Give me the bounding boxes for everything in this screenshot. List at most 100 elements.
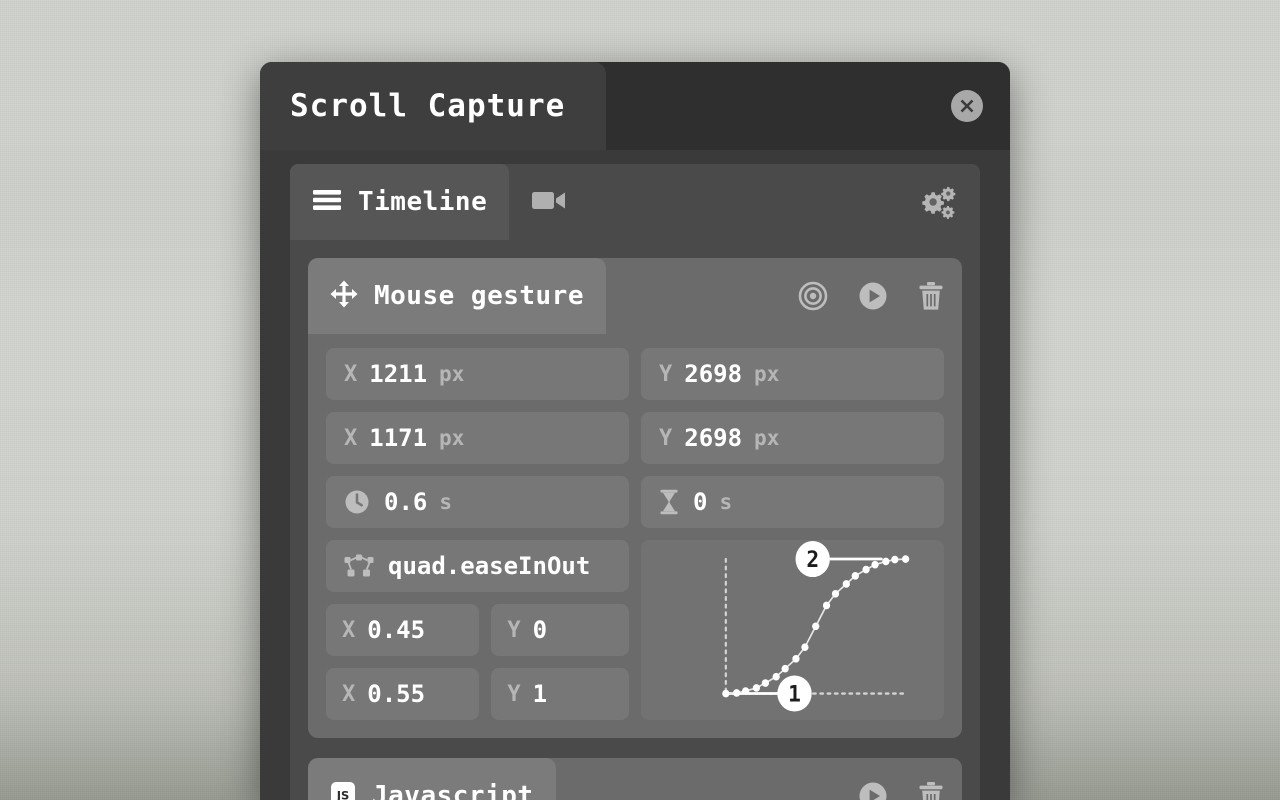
control-point-1-y-value: 0 — [532, 616, 548, 644]
tab-timeline[interactable]: Timeline — [290, 164, 510, 240]
graph-curve-point — [792, 655, 800, 663]
end-x-label: X — [344, 425, 358, 451]
window-titlebar: Scroll Capture — [260, 62, 1010, 150]
graph-curve-point — [741, 687, 750, 695]
end-y-field[interactable]: Y 2698 px — [641, 412, 944, 464]
timeline-panel: Mouse gesture X 1211 px Y 2698 px X 1171… — [290, 240, 980, 800]
js-card-title-tab: JS Javascript — [308, 758, 556, 800]
control-point-2-y-field[interactable]: Y 1 — [491, 668, 629, 720]
control-point-2-y-value: 1 — [532, 680, 548, 708]
easing-section: quad.easeInOut X 0.45 Y 0 X 0.55 Y 1 1 2 — [326, 540, 944, 720]
delay-field[interactable]: 0 s — [641, 476, 944, 528]
start-y-label: Y — [659, 361, 673, 387]
tab-bar: Timeline — [290, 164, 980, 240]
start-x-field[interactable]: X 1211 px — [326, 348, 629, 400]
graph-curve-point — [801, 643, 809, 651]
svg-text:2: 2 — [806, 548, 819, 574]
action-card-title: Mouse gesture — [374, 281, 584, 311]
action-card-buttons — [798, 281, 944, 311]
play-icon[interactable] — [858, 281, 888, 311]
trash-icon[interactable] — [918, 281, 944, 311]
start-y-field[interactable]: Y 2698 px — [641, 348, 944, 400]
action-card-title-tab: Mouse gesture — [308, 258, 606, 334]
graph-curve-point — [851, 572, 859, 580]
control-point-1-y-field[interactable]: Y 0 — [491, 604, 629, 656]
delay-unit: s — [719, 490, 733, 514]
js-card-title: Javascript — [372, 781, 534, 800]
end-coordinates-row: X 1171 px Y 2698 px — [326, 412, 944, 464]
window-title: Scroll Capture — [290, 88, 566, 124]
control-point-1-row: X 0.45 Y 0 — [326, 604, 629, 656]
end-y-unit: px — [754, 426, 780, 450]
js-card-header: JS Javascript — [308, 758, 962, 800]
move-arrows-icon — [330, 280, 358, 312]
gears-icon[interactable] — [894, 184, 980, 220]
action-card-javascript: JS Javascript — [308, 758, 962, 800]
graph-curve-point — [862, 565, 870, 574]
graph-curve-point — [812, 622, 820, 631]
action-card-mouse-gesture: Mouse gesture X 1211 px Y 2698 px X 1171… — [308, 258, 962, 738]
start-y-value: 2698 — [684, 360, 743, 388]
js-card-buttons — [858, 781, 944, 800]
svg-text:JS: JS — [336, 788, 350, 800]
play-icon[interactable] — [858, 781, 888, 800]
control-point-1-x-label: X — [342, 617, 356, 643]
control-point-2-y-label: Y — [507, 681, 521, 707]
graph-curve-point — [882, 557, 890, 566]
end-x-unit: px — [439, 426, 465, 450]
start-x-unit: px — [439, 362, 465, 386]
end-x-value: 1171 — [369, 424, 428, 452]
easing-controls: quad.easeInOut X 0.45 Y 0 X 0.55 Y 1 — [326, 540, 629, 720]
start-x-value: 1211 — [369, 360, 428, 388]
end-y-value: 2698 — [684, 424, 743, 452]
graph-curve-point — [871, 560, 879, 569]
graph-curve-point — [732, 689, 741, 697]
control-point-2-x-label: X — [342, 681, 356, 707]
tab-recorder[interactable] — [509, 164, 605, 240]
graph-handle-1: 1 — [777, 675, 812, 712]
start-x-label: X — [344, 361, 358, 387]
control-point-2-row: X 0.55 Y 1 — [326, 668, 629, 720]
video-camera-icon — [531, 187, 567, 217]
end-y-label: Y — [659, 425, 673, 451]
action-card-body: X 1211 px Y 2698 px X 1171 px Y 2698 px … — [308, 334, 962, 738]
duration-value: 0.6 — [384, 488, 428, 516]
graph-curve-point — [772, 672, 780, 681]
control-point-1-x-field[interactable]: X 0.45 — [326, 604, 480, 656]
js-badge-icon: JS — [330, 781, 356, 800]
graph-curve-point — [781, 664, 789, 673]
graph-curve-point — [822, 601, 831, 610]
control-point-1-x-value: 0.45 — [367, 616, 426, 644]
graph-curve-point — [842, 580, 850, 588]
tab-timeline-label: Timeline — [358, 187, 488, 217]
graph-curve-point — [722, 689, 730, 698]
control-point-2-x-value: 0.55 — [367, 680, 426, 708]
start-y-unit: px — [754, 362, 780, 386]
close-icon[interactable] — [951, 90, 983, 122]
graph-curve-point — [901, 555, 910, 563]
svg-text:1: 1 — [788, 682, 801, 708]
easing-function-value: quad.easeInOut — [388, 552, 591, 580]
graph-curve-point — [831, 589, 840, 598]
end-x-field[interactable]: X 1171 px — [326, 412, 629, 464]
easing-function-field[interactable]: quad.easeInOut — [326, 540, 629, 592]
control-point-2-x-field[interactable]: X 0.55 — [326, 668, 480, 720]
graph-curve-point — [752, 684, 761, 692]
bezier-nodes-icon — [344, 554, 374, 578]
trash-icon[interactable] — [918, 781, 944, 800]
clock-icon — [344, 489, 370, 515]
duration-field[interactable]: 0.6 s — [326, 476, 629, 528]
control-point-1-y-label: Y — [507, 617, 521, 643]
target-icon[interactable] — [798, 281, 828, 311]
action-card-header: Mouse gesture — [308, 258, 962, 334]
easing-curve-graph[interactable]: 1 2 — [641, 540, 944, 720]
graph-curve-point — [891, 555, 899, 564]
delay-value: 0 — [693, 488, 708, 516]
hamburger-menu-icon — [312, 188, 342, 216]
graph-handle-2: 2 — [795, 541, 830, 578]
scroll-capture-window: Scroll Capture Timeline Mouse gesture X … — [260, 62, 1010, 800]
timing-row: 0.6 s 0 s — [326, 476, 944, 528]
duration-unit: s — [439, 490, 453, 514]
graph-curve-point — [761, 679, 770, 687]
easing-name-row: quad.easeInOut — [326, 540, 629, 592]
